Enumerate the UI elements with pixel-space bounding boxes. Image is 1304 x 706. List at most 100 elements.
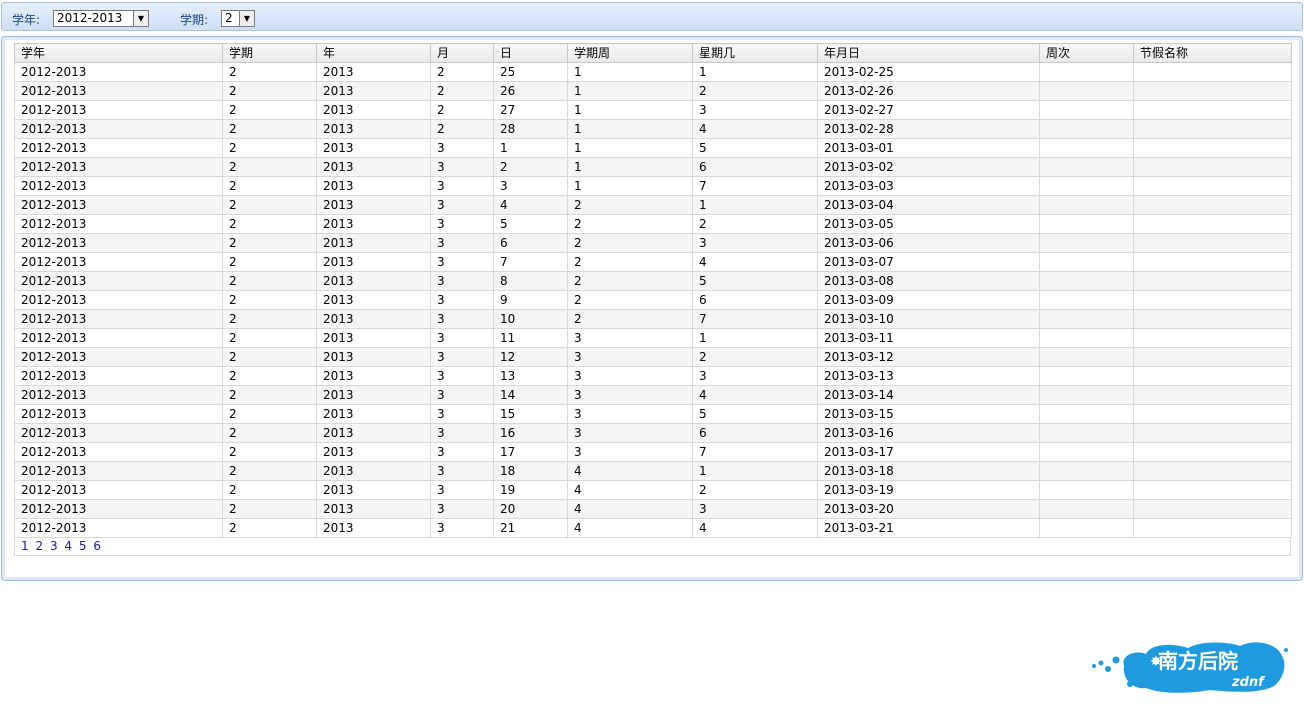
- table-row[interactable]: 2012-2013 2 2013 3 16 3 6 2013-03-16: [14, 423, 1292, 443]
- cell-day: 5: [493, 214, 568, 234]
- cell-term: 2: [222, 119, 317, 139]
- cell-week-number: [1039, 214, 1134, 234]
- page-link-4[interactable]: 4: [64, 539, 72, 553]
- cell-day: 17: [493, 442, 568, 462]
- cell-weekday: 5: [692, 404, 818, 424]
- cell-date: 2013-03-09: [817, 290, 1040, 310]
- cell-calendar-year: 2013: [316, 328, 431, 348]
- column-header-weekday[interactable]: 星期几: [692, 43, 818, 63]
- cell-day: 2: [493, 157, 568, 177]
- cell-term: 2: [222, 347, 317, 367]
- cell-date: 2013-02-28: [817, 119, 1040, 139]
- cell-term: 2: [222, 499, 317, 519]
- cell-term: 2: [222, 328, 317, 348]
- cell-date: 2013-03-10: [817, 309, 1040, 329]
- table-header-row: 学年 学期 年 月 日 学期周 星期几 年月日 周次 节假名称: [14, 43, 1292, 63]
- table-row[interactable]: 2012-2013 2 2013 3 9 2 6 2013-03-09: [14, 290, 1292, 310]
- table-row[interactable]: 2012-2013 2 2013 3 4 2 1 2013-03-04: [14, 195, 1292, 215]
- table-row[interactable]: 2012-2013 2 2013 3 2 1 6 2013-03-02: [14, 157, 1292, 177]
- table-row[interactable]: 2012-2013 2 2013 3 15 3 5 2013-03-15: [14, 404, 1292, 424]
- cell-weekday: 3: [692, 100, 818, 120]
- table-row[interactable]: 2012-2013 2 2013 3 11 3 1 2013-03-11: [14, 328, 1292, 348]
- table-row[interactable]: 2012-2013 2 2013 3 19 4 2 2013-03-19: [14, 480, 1292, 500]
- table-row[interactable]: 2012-2013 2 2013 3 21 4 4 2013-03-21: [14, 518, 1292, 538]
- column-header-holiday-name[interactable]: 节假名称: [1133, 43, 1292, 63]
- table-row[interactable]: 2012-2013 2 2013 2 25 1 1 2013-02-25: [14, 62, 1292, 82]
- page-link-2[interactable]: 2: [35, 539, 43, 553]
- page-link-5[interactable]: 5: [79, 539, 87, 553]
- cell-holiday-name: [1133, 347, 1292, 367]
- page-link-3[interactable]: 3: [50, 539, 58, 553]
- table-row[interactable]: 2012-2013 2 2013 3 13 3 3 2013-03-13: [14, 366, 1292, 386]
- cell-week-number: [1039, 461, 1134, 481]
- table-row[interactable]: 2012-2013 2 2013 2 27 1 3 2013-02-27: [14, 100, 1292, 120]
- cell-holiday-name: [1133, 119, 1292, 139]
- table-row[interactable]: 2012-2013 2 2013 2 26 1 2 2013-02-26: [14, 81, 1292, 101]
- cell-day: 20: [493, 499, 568, 519]
- table-row[interactable]: 2012-2013 2 2013 3 7 2 4 2013-03-07: [14, 252, 1292, 272]
- term-filter-label: 学期:: [180, 13, 209, 27]
- cell-calendar-year: 2013: [316, 62, 431, 82]
- cell-term-week: 4: [567, 480, 693, 500]
- cell-date: 2013-03-03: [817, 176, 1040, 196]
- table-row[interactable]: 2012-2013 2 2013 3 6 2 3 2013-03-06: [14, 233, 1292, 253]
- column-header-term-week[interactable]: 学期周: [567, 43, 693, 63]
- cell-year: 2012-2013: [14, 309, 223, 329]
- cell-day: 10: [493, 309, 568, 329]
- column-header-month[interactable]: 月: [430, 43, 494, 63]
- cell-term-week: 2: [567, 252, 693, 272]
- cell-day: 15: [493, 404, 568, 424]
- cell-holiday-name: [1133, 442, 1292, 462]
- column-header-term[interactable]: 学期: [222, 43, 317, 63]
- cell-date: 2013-03-17: [817, 442, 1040, 462]
- table-row[interactable]: 2012-2013 2 2013 3 18 4 1 2013-03-18: [14, 461, 1292, 481]
- page-link-6[interactable]: 6: [93, 539, 101, 553]
- cell-year: 2012-2013: [14, 214, 223, 234]
- chevron-down-icon[interactable]: ▼: [133, 11, 148, 26]
- column-header-calendar-year[interactable]: 年: [316, 43, 431, 63]
- cell-calendar-year: 2013: [316, 442, 431, 462]
- cell-holiday-name: [1133, 214, 1292, 234]
- cell-holiday-name: [1133, 328, 1292, 348]
- term-select[interactable]: 2 ▼: [221, 10, 255, 27]
- cell-holiday-name: [1133, 195, 1292, 215]
- table-row[interactable]: 2012-2013 2 2013 3 12 3 2 2013-03-12: [14, 347, 1292, 367]
- table-row[interactable]: 2012-2013 2 2013 3 8 2 5 2013-03-08: [14, 271, 1292, 291]
- column-header-year[interactable]: 学年: [14, 43, 223, 63]
- cell-weekday: 4: [692, 119, 818, 139]
- cell-term-week: 1: [567, 100, 693, 120]
- chevron-down-icon[interactable]: ▼: [239, 11, 254, 26]
- cell-month: 2: [430, 62, 494, 82]
- table-row[interactable]: 2012-2013 2 2013 3 5 2 2 2013-03-05: [14, 214, 1292, 234]
- table-row[interactable]: 2012-2013 2 2013 3 1 1 5 2013-03-01: [14, 138, 1292, 158]
- page-link-1[interactable]: 1: [21, 539, 29, 553]
- cell-month: 3: [430, 138, 494, 158]
- column-header-day[interactable]: 日: [493, 43, 568, 63]
- cell-term: 2: [222, 385, 317, 405]
- column-header-week-number[interactable]: 周次: [1039, 43, 1134, 63]
- table-row[interactable]: 2012-2013 2 2013 3 14 3 4 2013-03-14: [14, 385, 1292, 405]
- year-select[interactable]: 2012-2013 ▼: [53, 10, 149, 27]
- term-select-value: 2: [225, 11, 233, 25]
- cell-year: 2012-2013: [14, 252, 223, 272]
- table-row[interactable]: 2012-2013 2 2013 2 28 1 4 2013-02-28: [14, 119, 1292, 139]
- cell-month: 3: [430, 385, 494, 405]
- cell-weekday: 4: [692, 252, 818, 272]
- year-filter-label: 学年:: [12, 13, 41, 27]
- table-row[interactable]: 2012-2013 2 2013 3 17 3 7 2013-03-17: [14, 442, 1292, 462]
- table-row[interactable]: 2012-2013 2 2013 3 3 1 7 2013-03-03: [14, 176, 1292, 196]
- column-header-date[interactable]: 年月日: [817, 43, 1040, 63]
- cell-holiday-name: [1133, 404, 1292, 424]
- cell-holiday-name: [1133, 461, 1292, 481]
- year-select-value: 2012-2013: [57, 11, 123, 25]
- table-row[interactable]: 2012-2013 2 2013 3 20 4 3 2013-03-20: [14, 499, 1292, 519]
- cell-year: 2012-2013: [14, 480, 223, 500]
- table-row[interactable]: 2012-2013 2 2013 3 10 2 7 2013-03-10: [14, 309, 1292, 329]
- cell-term-week: 3: [567, 423, 693, 443]
- cell-term: 2: [222, 366, 317, 386]
- cell-day: 13: [493, 366, 568, 386]
- cell-weekday: 6: [692, 157, 818, 177]
- cell-term-week: 2: [567, 195, 693, 215]
- cell-term: 2: [222, 138, 317, 158]
- cell-year: 2012-2013: [14, 138, 223, 158]
